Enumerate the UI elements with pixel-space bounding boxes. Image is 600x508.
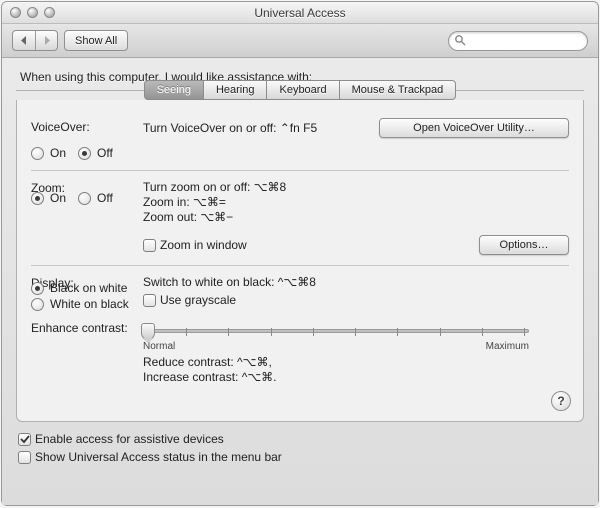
search-icon: [454, 34, 466, 46]
white-on-black-label: White on black: [50, 297, 129, 311]
content: When using this computer, I would like a…: [2, 58, 598, 505]
voiceover-shortcut: Turn VoiceOver on or off: ⌃fn F5: [143, 121, 317, 135]
enhance-contrast-label: Enhance contrast:: [31, 319, 143, 335]
display-section: Display: Switch to white on black: ^⌥⌘8 …: [31, 265, 569, 413]
minimize-icon[interactable]: [27, 7, 38, 18]
zoom-in-window-checkbox[interactable]: [143, 239, 156, 252]
use-grayscale-label: Use grayscale: [160, 293, 236, 307]
black-on-white-radio[interactable]: [31, 282, 44, 295]
show-all-button[interactable]: Show All: [64, 30, 128, 51]
assistive-devices-checkbox[interactable]: [18, 433, 31, 446]
zoom-in-shortcut: Zoom in: ⌥⌘=: [143, 195, 569, 209]
zoom-off-label: Off: [97, 191, 113, 205]
zoom-on-label: On: [50, 191, 66, 205]
voiceover-section: VoiceOver: Turn VoiceOver on or off: ⌃fn…: [31, 110, 569, 170]
voiceover-off-radio[interactable]: [78, 147, 91, 160]
slider-knob[interactable]: [141, 323, 155, 340]
status-menubar-checkbox[interactable]: [18, 451, 31, 464]
seeing-panel: VoiceOver: Turn VoiceOver on or off: ⌃fn…: [16, 100, 584, 422]
assistive-devices-label: Enable access for assistive devices: [35, 432, 224, 446]
zoom-off-radio[interactable]: [78, 192, 91, 205]
voiceover-label: VoiceOver:: [31, 118, 143, 134]
tab-keyboard[interactable]: Keyboard: [267, 80, 339, 100]
zoom-out-shortcut: Zoom out: ⌥⌘−: [143, 210, 569, 224]
zoom-options-button[interactable]: Options…: [479, 235, 569, 255]
voiceover-off-label: Off: [97, 146, 113, 160]
window: Universal Access Show All When using thi…: [1, 1, 599, 506]
footer: Enable access for assistive devices Show…: [16, 422, 584, 464]
titlebar: Universal Access: [2, 2, 598, 24]
traffic-lights: [10, 7, 55, 18]
zoom-section: Zoom: Turn zoom on or off: ⌥⌘8 Zoom in: …: [31, 170, 569, 265]
forward-button[interactable]: [35, 31, 57, 50]
help-icon: ?: [557, 394, 564, 408]
reduce-contrast-shortcut: Reduce contrast: ^⌥⌘,: [143, 355, 529, 369]
slider-max-label: Maximum: [486, 341, 529, 352]
toolbar: Show All: [2, 24, 598, 58]
black-on-white-label: Black on white: [50, 281, 127, 295]
zoom-window-icon[interactable]: [44, 7, 55, 18]
increase-contrast-shortcut: Increase contrast: ^⌥⌘.: [143, 370, 529, 384]
status-menubar-label: Show Universal Access status in the menu…: [35, 450, 282, 464]
voiceover-on-radio[interactable]: [31, 147, 44, 160]
back-button[interactable]: [13, 31, 35, 50]
zoom-on-radio[interactable]: [31, 192, 44, 205]
zoom-in-window-label: Zoom in window: [160, 238, 247, 252]
tab-bar: Seeing Hearing Keyboard Mouse & Trackpad…: [16, 80, 584, 422]
display-switch-shortcut: Switch to white on black: ^⌥⌘8: [143, 275, 569, 289]
white-on-black-radio[interactable]: [31, 298, 44, 311]
enhance-contrast-slider[interactable]: Normal Maximum: [143, 323, 529, 353]
zoom-toggle-shortcut: Turn zoom on or off: ⌥⌘8: [143, 180, 569, 194]
use-grayscale-checkbox[interactable]: [143, 294, 156, 307]
tab-hearing[interactable]: Hearing: [204, 80, 268, 100]
search-input[interactable]: [448, 31, 588, 51]
close-icon[interactable]: [10, 7, 21, 18]
voiceover-on-label: On: [50, 146, 66, 160]
window-title: Universal Access: [2, 6, 598, 20]
search-field[interactable]: [448, 31, 588, 51]
open-voiceover-utility-button[interactable]: Open VoiceOver Utility…: [379, 118, 569, 138]
nav-buttons: [12, 30, 58, 51]
help-button[interactable]: ?: [551, 391, 571, 411]
tab-mouse-trackpad[interactable]: Mouse & Trackpad: [340, 80, 457, 100]
tab-seeing[interactable]: Seeing: [144, 80, 204, 100]
